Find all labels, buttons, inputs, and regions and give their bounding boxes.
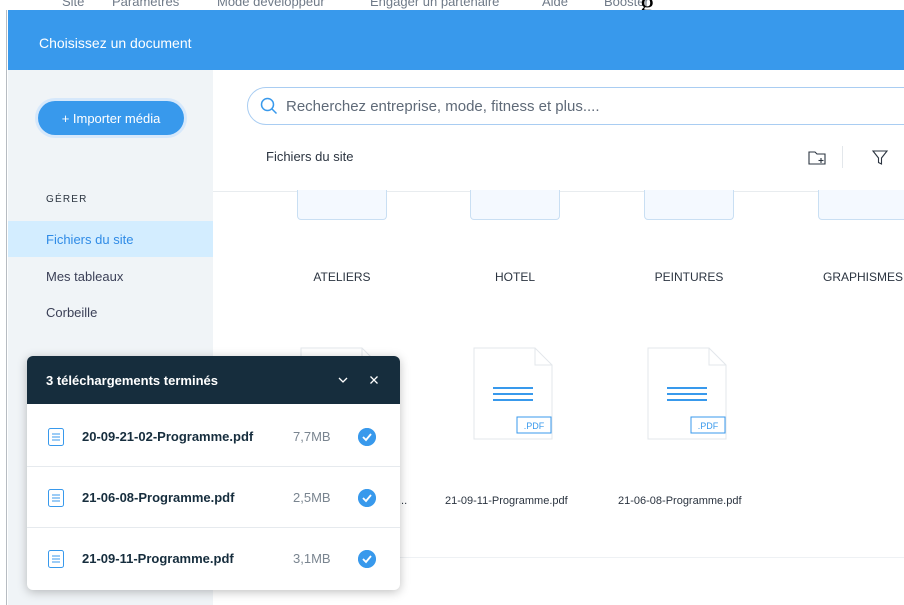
folder-label[interactable]: PEINTURES [619, 270, 759, 284]
background-menu-bar: Site Paramètres Mode développeur Engager… [0, 0, 904, 10]
search-icon [260, 97, 278, 115]
sidebar-item-site-files[interactable]: Fichiers du site [8, 221, 213, 257]
search-placeholder: Recherchez entreprise, mode, fitness et … [286, 97, 600, 115]
pdf-badge: .PDF [698, 421, 719, 431]
filter-icon[interactable] [869, 146, 891, 168]
file-icon [48, 550, 64, 568]
media-picker-dialog: Choisissez un document + Importer média … [8, 10, 904, 605]
background-menu-item: Engager un partenaire [370, 0, 500, 9]
sidebar-item-label: Mes tableaux [46, 268, 124, 284]
download-item[interactable]: 21-09-11-Programme.pdf 3,1MB [27, 528, 400, 589]
download-file-name: 21-09-11-Programme.pdf [82, 551, 234, 566]
sidebar-item-label: Fichiers du site [46, 231, 134, 247]
pdf-document-icon[interactable]: .PDF [647, 347, 727, 440]
folder-thumbnail[interactable] [818, 190, 904, 220]
search-input[interactable]: Recherchez entreprise, mode, fitness et … [247, 87, 904, 125]
downloads-panel: 3 téléchargements terminés 20-09-21-02-P… [27, 356, 400, 590]
chevron-down-icon[interactable] [336, 373, 350, 387]
folder-label[interactable]: GRAPHISMES [793, 270, 904, 284]
file-icon [48, 428, 64, 446]
document-name[interactable]: 21-06-08-Programme.pdf [618, 495, 742, 507]
check-icon [358, 428, 376, 446]
sidebar-section-label: GÉRER [46, 194, 88, 205]
document-name[interactable]: 21-09-11-Programme.pdf [445, 495, 568, 507]
downloads-title: 3 téléchargements terminés [46, 373, 218, 388]
download-file-size: 3,1MB [293, 551, 331, 566]
download-file-size: 2,5MB [293, 490, 331, 505]
download-file-name: 20-09-21-02-Programme.pdf [82, 429, 254, 444]
pdf-document-icon[interactable]: .PDF [473, 347, 553, 440]
pdf-badge: .PDF [524, 421, 545, 431]
background-menu-item: Mode développeur [217, 0, 325, 9]
toolbar-divider [842, 146, 843, 168]
new-folder-icon[interactable] [806, 146, 828, 168]
folder-thumbnail[interactable] [644, 190, 734, 220]
folder-thumbnail[interactable] [297, 190, 387, 220]
sidebar-item-trash[interactable]: Corbeille [8, 294, 213, 330]
folder-label[interactable]: ATELIERS [272, 270, 412, 284]
screen: Site Paramètres Mode développeur Engager… [0, 0, 904, 605]
check-icon [358, 489, 376, 507]
background-menu-item: Site [62, 0, 85, 9]
dialog-header: Choisissez un document [8, 10, 904, 70]
background-divider [6, 10, 7, 605]
close-icon[interactable] [367, 373, 381, 387]
downloads-panel-header: 3 téléchargements terminés [27, 356, 400, 404]
breadcrumb: Fichiers du site [266, 149, 354, 164]
download-file-name: 21-06-08-Programme.pdf [82, 490, 235, 505]
background-menu-item: Aide [542, 0, 569, 9]
download-file-size: 7,7MB [293, 429, 331, 444]
folder-label[interactable]: HOTEL [445, 270, 585, 284]
background-menu-item: Paramètres [112, 0, 180, 9]
file-icon [48, 489, 64, 507]
sidebar-item-label: Corbeille [46, 304, 98, 320]
dialog-title: Choisissez un document [39, 35, 192, 51]
download-item[interactable]: 21-06-08-Programme.pdf 2,5MB [27, 467, 400, 528]
folder-thumbnail[interactable] [470, 190, 560, 220]
download-item[interactable]: 20-09-21-02-Programme.pdf 7,7MB [27, 406, 400, 467]
sidebar-item-my-boards[interactable]: Mes tableaux [8, 258, 213, 294]
import-media-button[interactable]: + Importer média [38, 101, 184, 135]
check-icon [358, 550, 376, 568]
